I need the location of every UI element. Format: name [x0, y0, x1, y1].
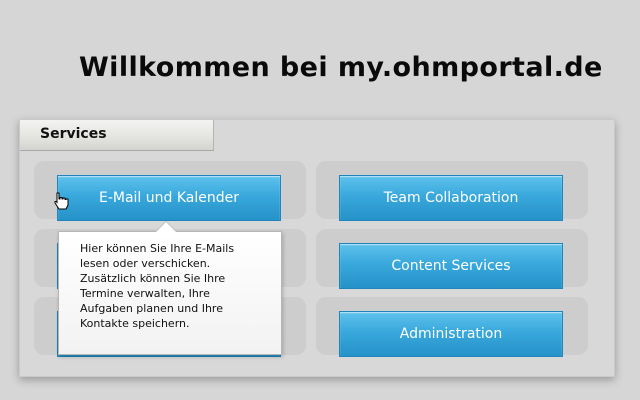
tooltip-text: Hier können Sie Ihre E-Mails lesen oder …: [80, 242, 235, 330]
tooltip-arrow: [155, 221, 177, 232]
email-calendar-button[interactable]: E-Mail und Kalender: [57, 175, 281, 221]
email-tooltip: Hier können Sie Ihre E-Mails lesen oder …: [58, 221, 282, 355]
services-tab-label: Services: [40, 126, 107, 142]
services-tab: Services: [20, 120, 214, 151]
hand-pointer-icon: [54, 192, 69, 210]
administration-button[interactable]: Administration: [339, 311, 563, 357]
content-services-button[interactable]: Content Services: [339, 243, 563, 289]
team-collaboration-button[interactable]: Team Collaboration: [339, 175, 563, 221]
page-title: Willkommen bei my.ohmportal.de: [79, 52, 603, 83]
